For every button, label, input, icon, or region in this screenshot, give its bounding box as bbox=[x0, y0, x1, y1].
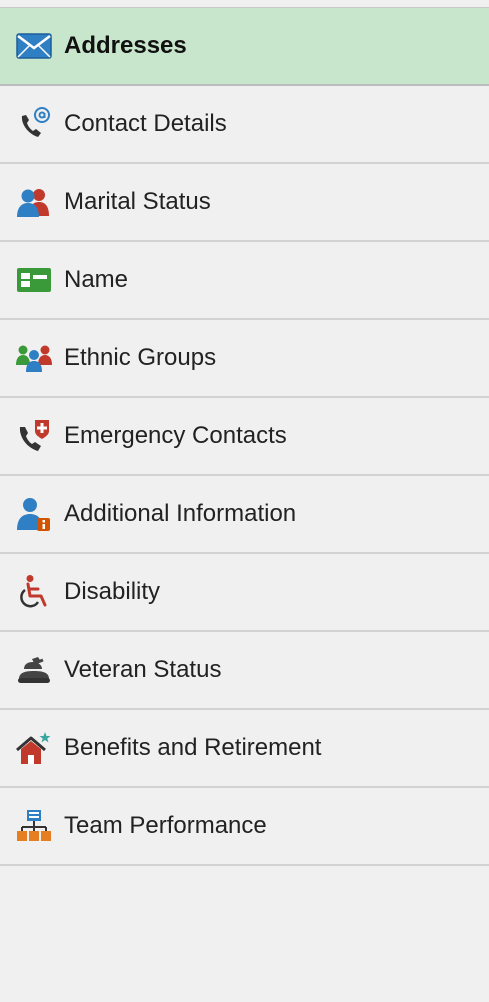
nav-item-label: Emergency Contacts bbox=[64, 422, 287, 449]
nav-item-label: Additional Information bbox=[64, 500, 297, 527]
nav-item-emergency-contacts[interactable]: Emergency Contacts bbox=[0, 398, 489, 476]
emergency-phone-icon bbox=[16, 418, 52, 454]
sidebar-nav: Addresses Contact Details Marital Status bbox=[0, 0, 489, 1002]
phone-at-icon bbox=[16, 106, 52, 142]
nav-item-marital-status[interactable]: Marital Status bbox=[0, 164, 489, 242]
nav-item-label: Benefits and Retirement bbox=[64, 734, 322, 761]
nav-item-label: Disability bbox=[64, 578, 161, 605]
group-icon bbox=[16, 340, 52, 376]
nav-item-label: Addresses bbox=[64, 32, 187, 59]
couple-icon bbox=[16, 184, 52, 220]
nav-item-additional-information[interactable]: Additional Information bbox=[0, 476, 489, 554]
nav-item-label: Contact Details bbox=[64, 110, 227, 137]
nav-item-label: Marital Status bbox=[64, 188, 211, 215]
nav-item-label: Team Performance bbox=[64, 812, 267, 839]
veteran-icon bbox=[16, 652, 52, 688]
person-info-icon bbox=[16, 496, 52, 532]
nav-item-benefits-and-retirement[interactable]: Benefits and Retirement bbox=[0, 710, 489, 788]
nav-item-veteran-status[interactable]: Veteran Status bbox=[0, 632, 489, 710]
nav-item-ethnic-groups[interactable]: Ethnic Groups bbox=[0, 320, 489, 398]
nav-item-addresses[interactable]: Addresses bbox=[0, 8, 489, 86]
house-star-icon bbox=[16, 730, 52, 766]
envelope-icon bbox=[16, 28, 52, 64]
nav-item-label: Ethnic Groups bbox=[64, 344, 217, 371]
nav-item-name[interactable]: Name bbox=[0, 242, 489, 320]
nav-item-contact-details[interactable]: Contact Details bbox=[0, 86, 489, 164]
nav-item-label: Name bbox=[64, 266, 129, 293]
id-card-icon bbox=[16, 262, 52, 298]
wheelchair-icon bbox=[16, 574, 52, 610]
org-chart-icon bbox=[16, 808, 52, 844]
nav-item-team-performance[interactable]: Team Performance bbox=[0, 788, 489, 866]
nav-item-label: Veteran Status bbox=[64, 656, 222, 683]
nav-item-disability[interactable]: Disability bbox=[0, 554, 489, 632]
